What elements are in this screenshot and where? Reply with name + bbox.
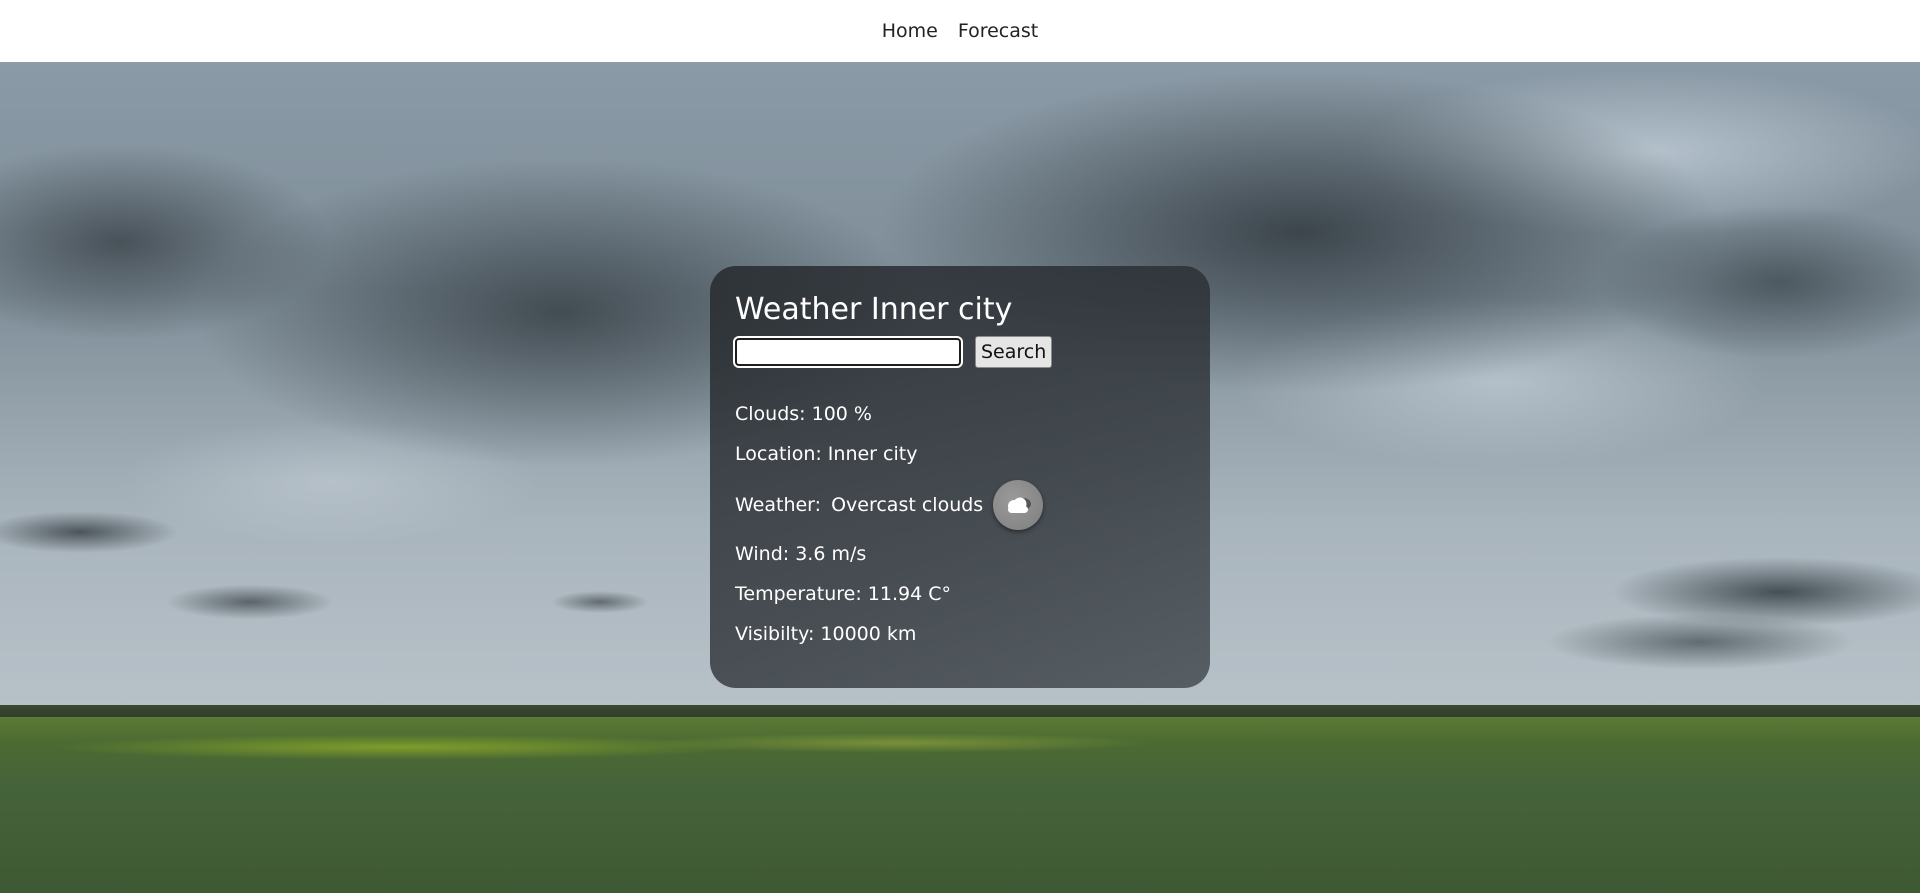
clouds-info: Clouds: 100 % [735,403,872,425]
city-search-input[interactable] [733,336,963,368]
weather-label: Weather: [735,494,822,516]
top-navigation: Home Forecast [0,0,1920,62]
nav-home-link[interactable]: Home [882,20,938,42]
temperature-info: Temperature: 11.94 C° [735,583,951,605]
weather-card: Weather Inner city Search Clouds: 100 % … [710,266,1210,688]
wind-info: Wind: 3.6 m/s [735,543,867,565]
weather-info: Weather: Overcast clouds [735,480,1044,530]
visibility-info: Visibilty: 10000 km [735,623,917,645]
location-info: Location: Inner city [735,443,918,465]
weather-description: Overcast clouds [831,494,984,516]
nav-forecast-link[interactable]: Forecast [958,20,1038,42]
search-row: Search [733,336,1185,368]
overcast-cloud-icon [993,480,1044,530]
card-title: Weather Inner city [735,292,1013,327]
green-field [0,717,1920,893]
search-button[interactable]: Search [975,336,1053,368]
